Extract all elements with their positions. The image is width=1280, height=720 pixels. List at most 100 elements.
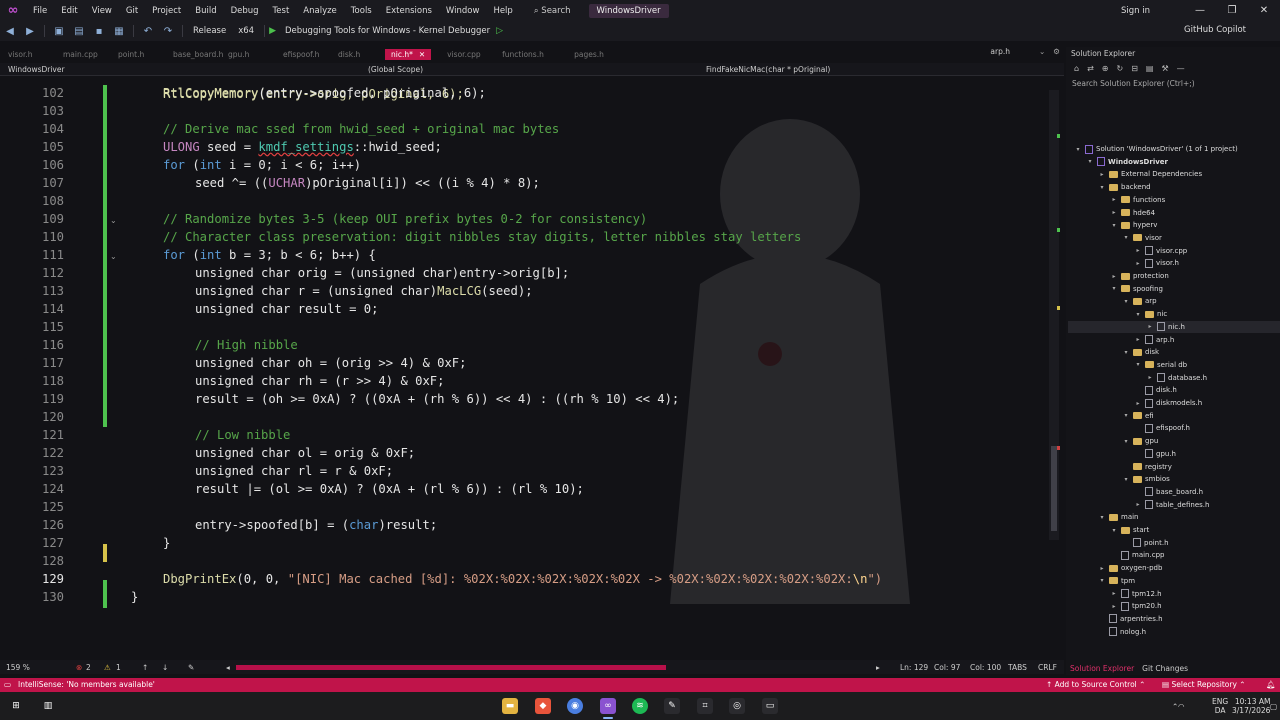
windows-start-icon[interactable]: ⊞ [8,698,24,714]
expanded-chevron-icon[interactable]: ▾ [1110,285,1118,292]
error-icon[interactable]: ⊗ [76,663,82,672]
collapsed-chevron-icon[interactable]: ▸ [1110,209,1118,216]
tree-item[interactable]: ▾ smbios [1122,473,1169,485]
tree-item[interactable]: ▸ functions [1110,194,1165,206]
terminal-icon[interactable]: ▭ [762,698,778,714]
tab-main-cpp[interactable]: main.cpp [55,50,110,59]
tree-item[interactable]: ▸ protection [1110,270,1168,282]
collapsed-chevron-icon[interactable]: ▸ [1098,565,1106,572]
github-desktop-icon[interactable]: ◎ [729,698,745,714]
expanded-chevron-icon[interactable]: ▾ [1134,311,1142,318]
char-indicator[interactable]: Col: 100 [970,663,1001,672]
menu-analyze[interactable]: Analyze [296,6,344,16]
tree-item[interactable]: efispoof.h [1134,422,1190,434]
tab-visor-h[interactable]: visor.h [0,50,55,59]
notepad-icon[interactable]: ✎ [664,698,680,714]
notification-center-icon[interactable]: ▢ [1270,702,1277,711]
menu-project[interactable]: Project [145,6,188,16]
tree-item[interactable]: ▸ oxygen-pdb [1098,562,1162,574]
menu-build[interactable]: Build [188,6,223,16]
expanded-chevron-icon[interactable]: ▾ [1098,184,1106,191]
tree-item[interactable]: ▸ visor.cpp [1134,245,1187,257]
next-issue-icon[interactable]: ↓ [162,663,168,672]
tree-item[interactable]: ▾ disk [1122,346,1159,358]
start-debugging-icon[interactable]: ▶ [269,26,276,36]
menu-window[interactable]: Window [439,6,487,16]
tab-arp-h[interactable]: arp.h [990,47,1010,56]
collapsed-chevron-icon[interactable]: ▸ [1146,323,1154,330]
collapsed-chevron-icon[interactable]: ▸ [1134,400,1142,407]
select-repository-button[interactable]: ▤ Select Repository ⌃ [1162,680,1246,689]
show-all-files-icon[interactable]: ▤ [1146,64,1154,73]
tab-efispoof-h[interactable]: efispoof.h [275,50,330,59]
tab-overflow-icon[interactable]: ⌄ [1039,47,1045,56]
close-button[interactable]: ✕ [1248,5,1280,16]
menu-extensions[interactable]: Extensions [379,6,439,16]
add-to-source-control-button[interactable]: ↑ Add to Source Control ⌃ [1046,680,1145,689]
previous-issue-icon[interactable]: ↑ [142,663,148,672]
collapsed-chevron-icon[interactable]: ▸ [1098,171,1106,178]
switch-views-icon[interactable]: ⇄ [1087,64,1094,73]
menu-edit[interactable]: Edit [54,6,84,16]
tree-item[interactable]: arpentries.h [1098,613,1163,625]
collapsed-chevron-icon[interactable]: ▸ [1134,247,1142,254]
app-icon[interactable]: ⌗ [697,698,713,714]
clock[interactable]: 10:13 AM 3/17/2026 [1232,697,1270,715]
settings-gear-icon[interactable]: ⚙ [1053,47,1060,56]
redo-icon[interactable]: ↷ [160,23,176,39]
menu-file[interactable]: File [26,6,54,16]
expanded-chevron-icon[interactable]: ▾ [1098,514,1106,521]
menu-tools[interactable]: Tools [344,6,379,16]
collapsed-chevron-icon[interactable]: ▸ [1134,260,1142,267]
collapsed-chevron-icon[interactable]: ▸ [1134,501,1142,508]
error-count[interactable]: 2 [86,663,91,672]
language-indicator[interactable]: ENG DA [1212,697,1228,715]
tab-solution-explorer[interactable]: Solution Explorer [1070,664,1134,673]
solution-search-input[interactable]: Search Solution Explorer (Ctrl+;) [1070,77,1276,93]
forward-icon[interactable]: ▶ [22,23,38,39]
menu-git[interactable]: Git [119,6,145,16]
tree-item[interactable]: ▸ visor.h [1134,257,1179,269]
tree-item[interactable]: ▸ tpm12.h [1110,588,1162,600]
line-ending-indicator[interactable]: CRLF [1038,663,1057,672]
save-all-icon[interactable]: ▦ [111,23,127,39]
expanded-chevron-icon[interactable]: ▾ [1122,476,1130,483]
preview-icon[interactable]: — [1177,64,1185,73]
tree-item[interactable]: ▸ tpm20.h [1110,600,1162,612]
tree-item[interactable]: ▸ nic.h [1068,320,1280,333]
menu-help[interactable]: Help [486,6,519,16]
network-icon[interactable]: ◠ [1178,702,1185,711]
tree-item[interactable]: main.cpp [1110,549,1164,561]
tree-item[interactable]: ▾ main [1098,511,1138,523]
brave-browser-icon[interactable]: ◆ [535,698,551,714]
expanded-chevron-icon[interactable]: ▾ [1122,349,1130,356]
tab-functions-h[interactable]: functions.h [494,50,566,59]
tree-item[interactable]: ▾ backend [1098,181,1150,193]
tree-item[interactable]: ▾ WindowsDriver [1086,156,1168,168]
vertical-scrollbar-thumb[interactable] [1051,446,1057,531]
back-icon[interactable]: ◀ [2,23,18,39]
collapsed-chevron-icon[interactable]: ▸ [1110,590,1118,597]
expanded-chevron-icon[interactable]: ▾ [1086,158,1094,165]
menu-test[interactable]: Test [266,6,297,16]
tree-item[interactable]: disk.h [1134,384,1177,396]
tree-item[interactable]: registry [1122,461,1172,473]
debugger-dropdown[interactable]: Debugging Tools for Windows - Kernel Deb… [285,26,490,36]
code-cleanup-icon[interactable]: ✎ [188,663,194,672]
sign-in-link[interactable]: Sign in [1121,6,1150,16]
tree-item[interactable]: ▾ serial db [1134,359,1187,371]
warning-count[interactable]: 1 [116,663,121,672]
platform-dropdown[interactable]: x64 [238,26,254,36]
tab-point-h[interactable]: point.h [110,50,165,59]
tree-item[interactable]: ▸ database.h [1146,372,1207,384]
close-icon[interactable]: ✕ [419,50,425,59]
horizontal-scrollbar-thumb[interactable] [236,665,666,670]
column-indicator[interactable]: Col: 97 [934,663,960,672]
tree-item[interactable]: ▾ spoofing [1110,283,1162,295]
open-folder-icon[interactable]: ▤ [71,23,87,39]
pending-changes-icon[interactable]: ⊕ [1102,64,1109,73]
start-without-debugging-icon[interactable]: ▷ [496,26,503,36]
chrome-icon[interactable]: ◉ [567,698,583,714]
tree-item[interactable]: ▾ start [1110,524,1149,536]
new-project-icon[interactable]: ▣ [51,23,67,39]
